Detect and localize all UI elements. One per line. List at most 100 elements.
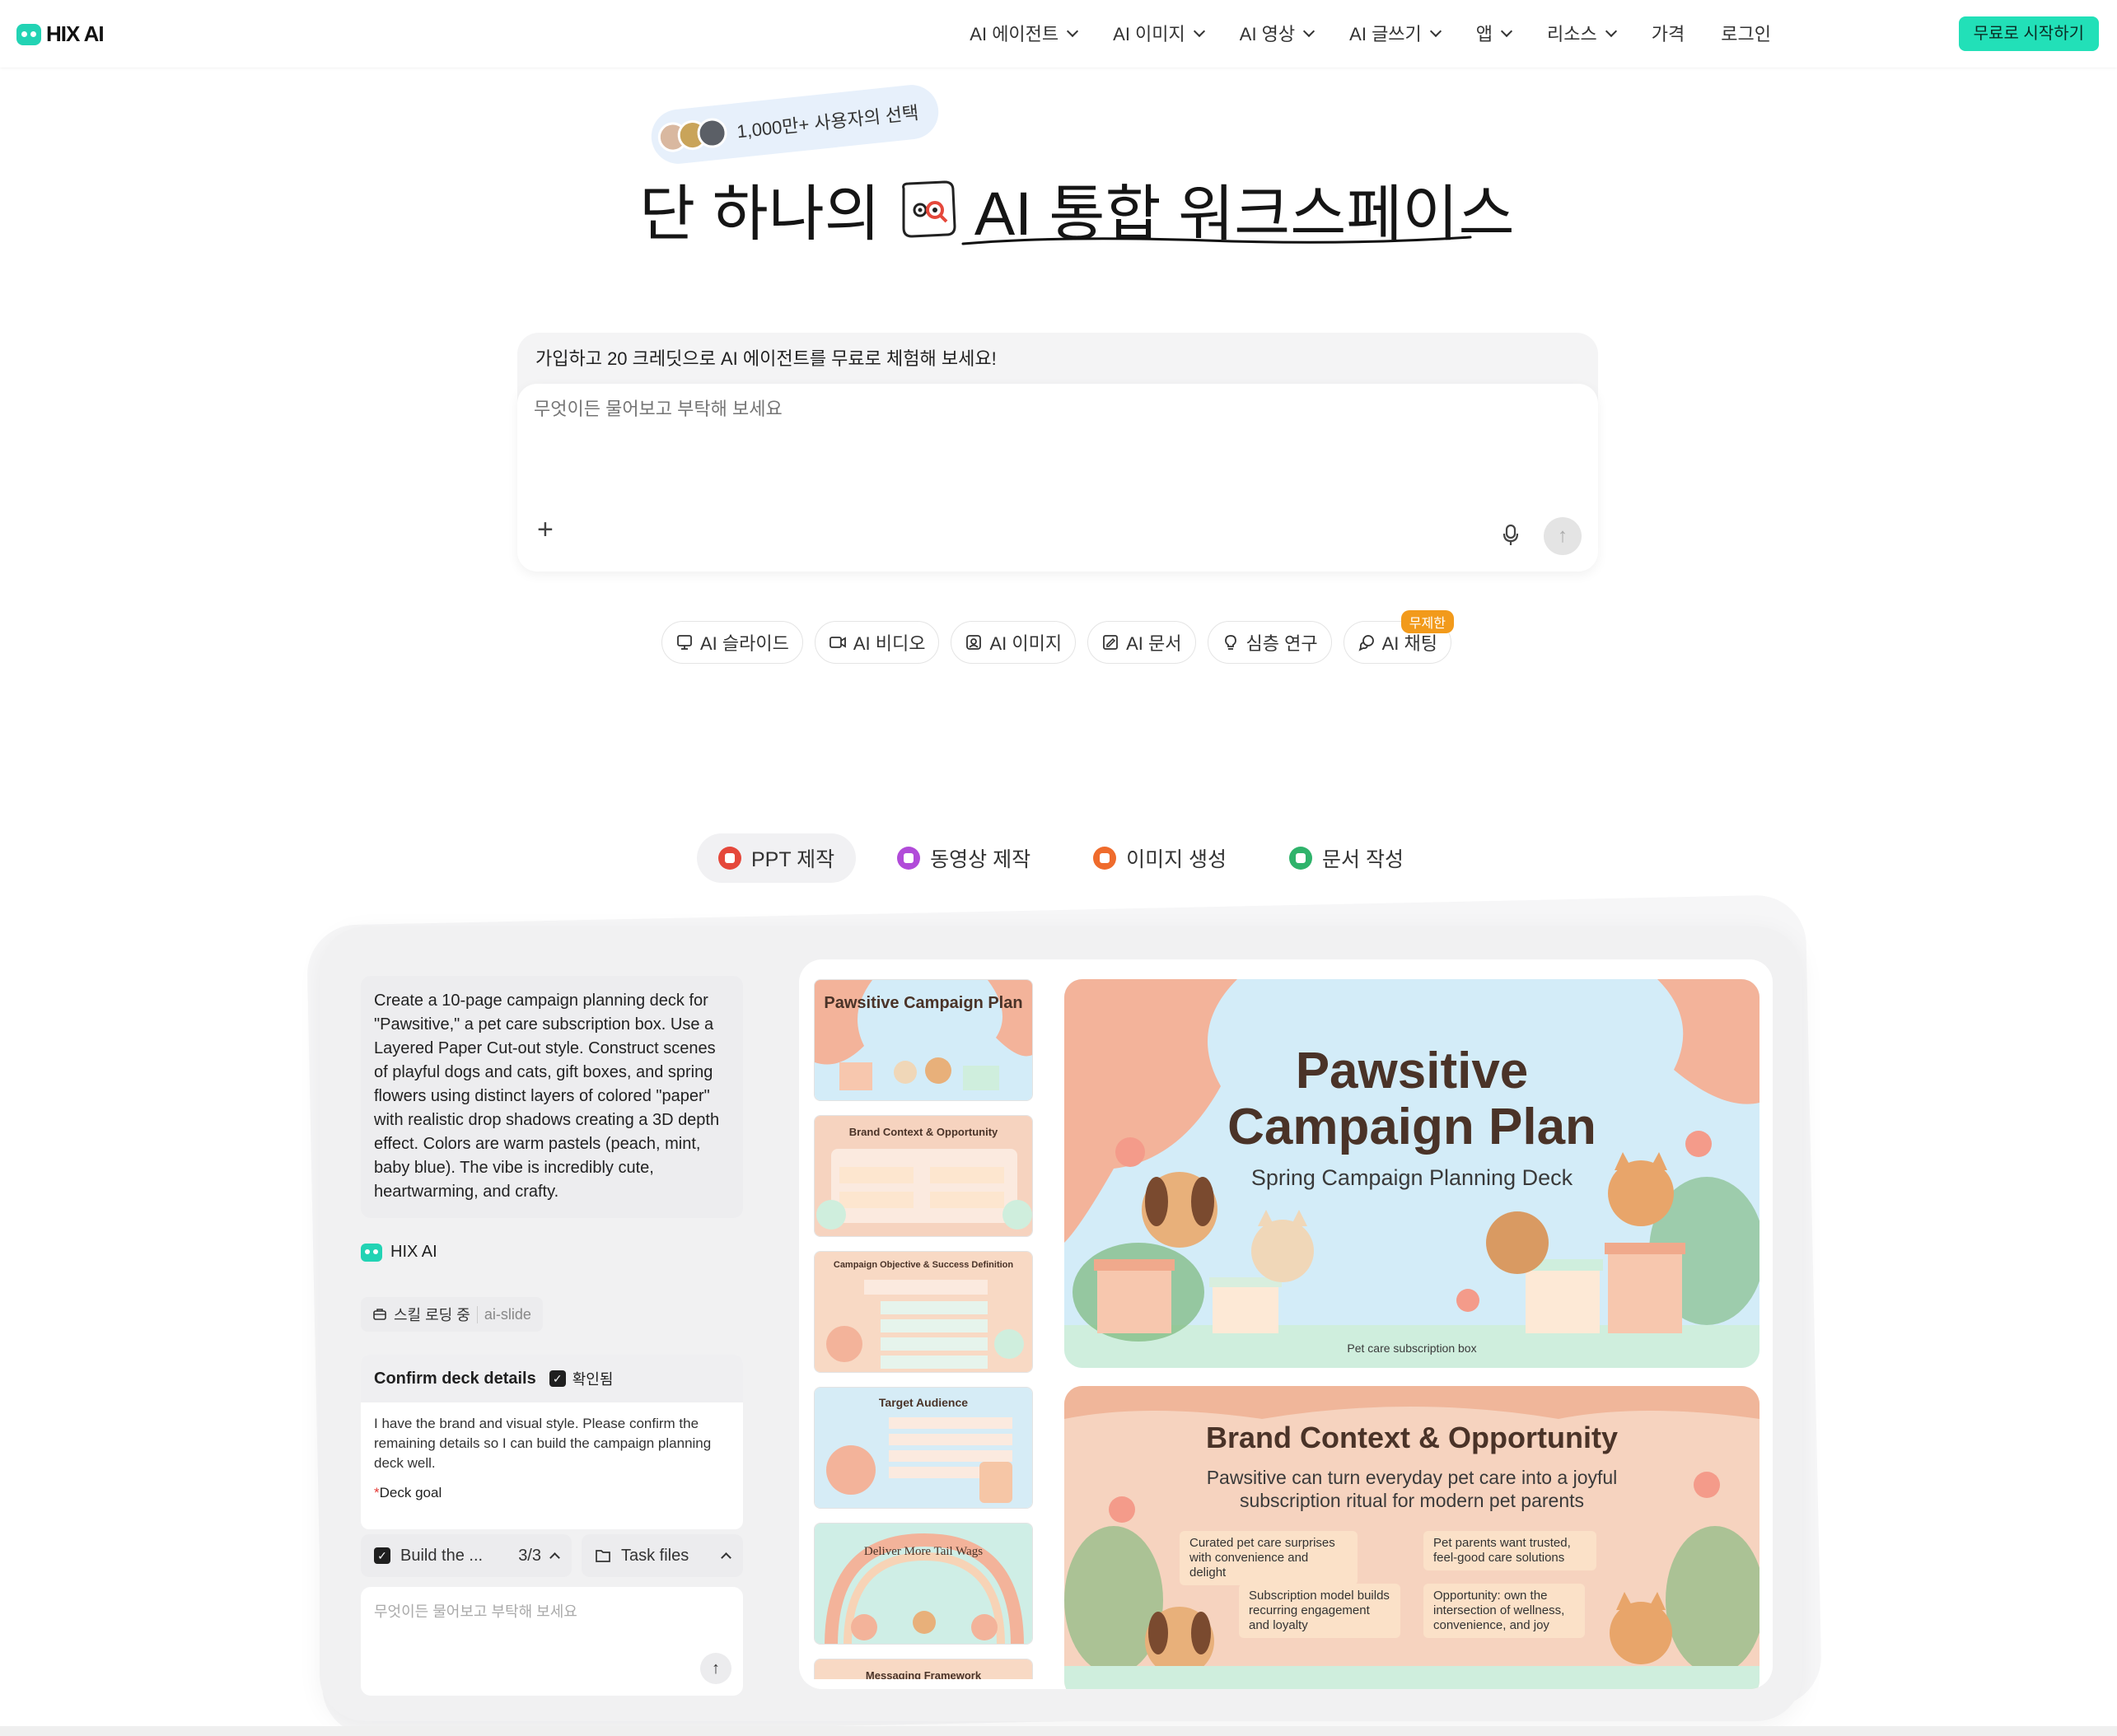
tab-image[interactable]: 이미지 생성	[1072, 833, 1248, 883]
slide-bullet: Opportunity: own the intersection of wel…	[1423, 1584, 1585, 1638]
hero-title-plain: 단 하나의	[639, 180, 881, 248]
arrow-up-icon: ↑	[712, 1659, 720, 1678]
build-label: Build the ...	[400, 1546, 484, 1565]
agent-name: HIX AI	[390, 1243, 437, 1261]
task-files-label: Task files	[621, 1546, 689, 1565]
ppt-icon	[718, 847, 741, 870]
tab-document[interactable]: 문서 작성	[1268, 833, 1425, 883]
nav-resources[interactable]: 리소스	[1547, 20, 1617, 46]
checkbox-checked-icon: ✓	[374, 1547, 390, 1564]
document-tab-icon	[1289, 847, 1313, 870]
thumbnail-title: Pawsitive Campaign Plan	[824, 994, 1023, 1012]
microphone-icon[interactable]	[1502, 524, 1519, 547]
chat-panel: Create a 10-page campaign planning deck …	[361, 976, 743, 1701]
showcase-tabs: PPT 제작 동영상 제작 이미지 생성 문서 작성	[697, 833, 1425, 883]
video-tab-icon	[897, 847, 921, 870]
thumbnail-art	[815, 1524, 1032, 1644]
build-progress-toggle[interactable]: ✓ Build the ... 3/3	[361, 1534, 572, 1577]
confirm-message: I have the brand and visual style. Pleas…	[374, 1416, 712, 1471]
slide-thumbnail[interactable]: Target Audience	[814, 1387, 1033, 1509]
nav-label: AI 에이전트	[970, 24, 1059, 44]
attach-plus-button[interactable]: +	[537, 516, 554, 544]
slide-thumbnail[interactable]: Messaging Framework	[814, 1659, 1033, 1679]
logo-text: HIX AI	[46, 21, 105, 46]
slide-subtitle-line1: Pawsitive can turn everyday pet care int…	[1206, 1467, 1618, 1488]
nav-label: 가격	[1651, 24, 1685, 44]
prompt-input[interactable]	[534, 399, 1522, 420]
tab-video[interactable]: 동영상 제작	[876, 833, 1052, 883]
chevron-up-icon	[721, 1552, 731, 1563]
chat-input[interactable]: 무엇이든 물어보고 부탁해 보세요 ↑	[361, 1587, 743, 1696]
slide-thumbnail[interactable]: Pawsitive Campaign Plan	[814, 979, 1033, 1101]
slide-bullet: Subscription model builds recurring enga…	[1239, 1584, 1400, 1638]
chevron-up-icon	[549, 1552, 560, 1563]
tab-ppt[interactable]: PPT 제작	[697, 833, 857, 883]
slide-subtitle: Spring Campaign Planning Deck	[1250, 1165, 1573, 1190]
bulb-icon	[1224, 635, 1236, 650]
chip-ai-video[interactable]: AI 비디오	[814, 621, 940, 664]
nav-pricing[interactable]: 가격	[1652, 20, 1685, 46]
top-nav-bar: HIX AI AI 에이전트 AI 이미지 AI 영상 AI 글쓰기 앱 리소스…	[0, 0, 2117, 68]
prompt-card: 가입하고 20 크레딧으로 AI 에이전트를 무료로 체험해 보세요! + ↑	[517, 333, 1598, 572]
nav-label: AI 이미지	[1113, 24, 1185, 44]
deck-goal-label: Deck goal	[379, 1485, 442, 1500]
video-icon	[829, 637, 846, 648]
nav-ai-image[interactable]: AI 이미지	[1113, 20, 1205, 46]
thumbnail-title: Campaign Objective & Success Definition	[833, 1260, 1014, 1270]
thumbnail-art	[815, 1252, 1032, 1372]
slide-bullet: Curated pet care surprises with convenie…	[1180, 1531, 1358, 1585]
prompt-box: + ↑	[517, 384, 1598, 572]
nav-apps[interactable]: 앱	[1476, 20, 1513, 46]
slide-preview-title: Pawsitive Campaign Plan Spring Campaign …	[1064, 979, 1759, 1368]
confirm-title: Confirm deck details	[374, 1369, 536, 1388]
chip-deep-research[interactable]: 심층 연구	[1207, 621, 1332, 664]
slide-preview-brand: Brand Context & Opportunity Pawsitive ca…	[1064, 1386, 1759, 1689]
slide-thumbnail[interactable]: Campaign Objective & Success Definition	[814, 1251, 1033, 1373]
skill-loading-chip: 스킬 로딩 중 ai-slide	[361, 1297, 543, 1332]
image-icon	[966, 635, 982, 650]
task-files-toggle[interactable]: Task files	[582, 1534, 743, 1577]
nav-label: AI 글쓰기	[1349, 24, 1422, 44]
chip-label: AI 문서	[1126, 633, 1182, 654]
nav-ai-agent[interactable]: AI 에이전트	[970, 20, 1079, 46]
nav-ai-writing[interactable]: AI 글쓰기	[1349, 20, 1442, 46]
send-button[interactable]: ↑	[1544, 517, 1582, 555]
build-progress: 3/3	[518, 1546, 541, 1565]
chevron-down-icon	[1605, 25, 1617, 37]
nav-ai-video[interactable]: AI 영상	[1239, 20, 1316, 46]
toolbox-icon	[373, 1309, 386, 1320]
image-tab-icon	[1093, 847, 1117, 870]
chevron-down-icon	[1067, 25, 1079, 37]
chip-ai-document[interactable]: AI 문서	[1087, 621, 1196, 664]
feature-chips: AI 슬라이드 AI 비디오 AI 이미지 AI 문서 심층 연구 AI 채팅 …	[661, 610, 1454, 664]
start-free-button[interactable]: 무료로 시작하기	[1958, 16, 2099, 51]
chat-send-button[interactable]: ↑	[700, 1653, 731, 1684]
task-status-bar: ✓ Build the ... 3/3 Task files	[361, 1534, 743, 1577]
horizontal-scrollbar[interactable]	[0, 1726, 2117, 1736]
avatar-group	[657, 116, 729, 154]
arrow-up-icon: ↑	[1558, 525, 1568, 547]
checkbox-checked-icon: ✓	[549, 1370, 566, 1387]
agent-label: HIX AI	[361, 1243, 437, 1262]
slide-title-line1: Pawsitive	[1295, 1043, 1529, 1099]
skill-label: 스킬 로딩 중	[394, 1307, 470, 1323]
nav-label: 리소스	[1547, 24, 1597, 44]
slide-thumbnail[interactable]: Deliver More Tail Wags	[814, 1523, 1033, 1645]
thumbnail-title: Deliver More Tail Wags	[863, 1545, 984, 1558]
thumbnail-title: Messaging Framework	[865, 1669, 982, 1679]
logo[interactable]: HIX AI	[16, 21, 105, 47]
tab-label: PPT 제작	[751, 848, 835, 871]
chip-label: AI 이미지	[989, 633, 1063, 654]
confirm-details-card: Confirm deck details ✓ 확인됨 I have the bra…	[361, 1355, 743, 1529]
chevron-down-icon	[1193, 25, 1205, 37]
slide-thumbnail[interactable]: Brand Context & Opportunity	[814, 1115, 1033, 1237]
nav-login[interactable]: 로그인	[1721, 20, 1771, 46]
nav-label: AI 영상	[1239, 24, 1296, 44]
chip-ai-image[interactable]: AI 이미지	[951, 621, 1077, 664]
nav-label: 로그인	[1721, 24, 1771, 44]
slide-title: Brand Context & Opportunity	[1206, 1421, 1618, 1454]
chip-ai-chat[interactable]: AI 채팅 무제한	[1343, 610, 1454, 664]
chip-label: AI 슬라이드	[700, 633, 789, 654]
chip-ai-slide[interactable]: AI 슬라이드	[661, 621, 803, 664]
hix-logo-icon	[16, 23, 41, 45]
